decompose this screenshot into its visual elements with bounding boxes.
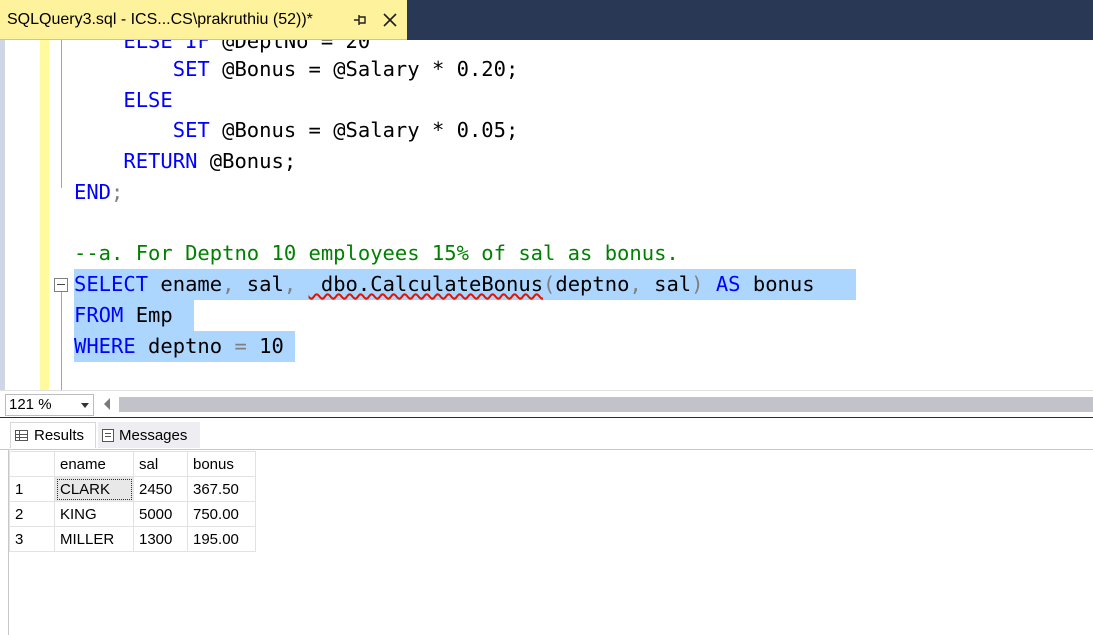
pin-icon[interactable] [353,13,369,27]
close-icon[interactable] [381,11,399,29]
zoom-dropdown[interactable]: 121 % [5,394,94,416]
tab-messages[interactable]: Messages [98,422,200,448]
results-grid: ename sal bonus 1 CLARK 2450 367.50 2 KI… [9,451,256,552]
grid-cell[interactable]: 2450 [133,476,188,502]
column-header[interactable]: sal [133,451,188,477]
table-row: 1 CLARK 2450 367.50 [9,476,256,502]
table-row: 3 MILLER 1300 195.00 [9,526,256,552]
zoom-bar: 121 % [0,390,1093,417]
code-line: SET @Bonus = @Salary * 0.20; [172,57,519,81]
grid-cell[interactable]: MILLER [54,526,134,552]
grid-cell[interactable]: 5000 [133,501,188,527]
results-tab-strip: Results Messages [0,418,1093,449]
grid-icon [15,430,28,441]
row-number[interactable]: 1 [9,476,55,502]
row-number[interactable]: 2 [9,501,55,527]
column-header[interactable]: bonus [187,451,256,477]
tab-results-label: Results [34,427,85,444]
grid-cell[interactable]: 367.50 [187,476,256,502]
results-pane: ename sal bonus 1 CLARK 2450 367.50 2 KI… [0,449,1093,635]
grid-cell[interactable]: 195.00 [187,526,256,552]
editor-margin [0,40,5,390]
tab-results[interactable]: Results [10,422,96,448]
outline-line [61,40,62,188]
change-tracking-bar [40,40,49,390]
grid-cell[interactable]: 750.00 [187,501,256,527]
outline-line [61,292,62,390]
horizontal-scrollbar[interactable] [119,397,1093,412]
messages-icon [102,428,114,442]
grid-cell[interactable]: KING [54,501,134,527]
zoom-value: 121 % [9,396,52,413]
code-line: END; [74,180,124,204]
query-tab-title: SQLQuery3.sql - ICS...CS\prakruthiu (52)… [7,10,313,28]
grid-header-row: ename sal bonus [9,451,256,477]
row-number-header[interactable] [9,451,55,477]
code-line-select: SELECT ename, sal, dbo.CalculateBonus(de… [74,272,815,296]
code-editor[interactable]: ELSE IF @DeptNo = 20 SET @Bonus = @Salar… [0,40,1093,390]
table-row: 2 KING 5000 750.00 [9,501,256,527]
chevron-down-icon [81,403,89,408]
tab-messages-label: Messages [119,426,188,444]
function-call-error: dbo.CalculateBonus [308,272,544,296]
column-header[interactable]: ename [54,451,134,477]
row-number[interactable]: 3 [9,526,55,552]
grid-cell[interactable]: CLARK [54,476,134,502]
document-tab-bar: SQLQuery3.sql - ICS...CS\prakruthiu (52)… [0,0,1093,40]
code-line: SET @Bonus = @Salary * 0.05; [172,118,519,142]
query-tab[interactable]: SQLQuery3.sql - ICS...CS\prakruthiu (52)… [0,0,407,40]
code-line-where: WHERE deptno = 10 [74,334,284,358]
code-line: RETURN @Bonus; [123,149,297,173]
grid-cell[interactable]: 1300 [133,526,188,552]
code-comment: --a. For Deptno 10 employees 15% of sal … [74,241,679,265]
code-line: ELSE [123,88,173,112]
code-line-from: FROM Emp [74,303,173,327]
collapse-icon[interactable] [54,278,68,292]
scroll-left-icon[interactable] [104,398,110,410]
